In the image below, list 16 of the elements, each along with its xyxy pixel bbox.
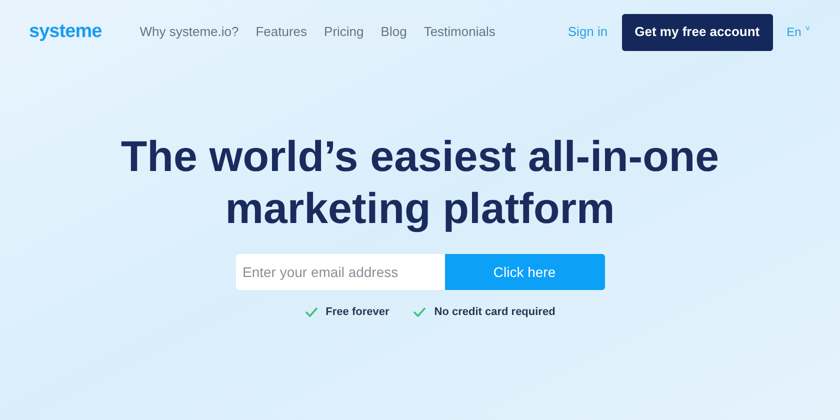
hero-title: The world’s easiest all-in-one marketing platform — [120, 132, 720, 235]
nav-link[interactable]: Features — [256, 22, 308, 42]
language-selector[interactable]: En ˅ — [786, 23, 810, 41]
submit-button[interactable]: Click here — [444, 254, 604, 290]
email-field[interactable]: Enter your email address — [236, 254, 444, 290]
perk-text: No credit card required — [434, 305, 556, 320]
logo[interactable]: systeme — [29, 18, 102, 46]
perk-text: Free forever — [326, 305, 390, 320]
check-icon — [413, 307, 426, 318]
get-account-button[interactable]: Get my free account — [622, 14, 773, 50]
nav-link[interactable]: Pricing — [324, 22, 364, 42]
nav-link[interactable]: Why systeme.io? — [140, 22, 239, 42]
check-icon — [304, 307, 318, 318]
sign-in-link[interactable]: Sign in — [568, 22, 608, 42]
nav-link[interactable]: Blog — [380, 22, 407, 42]
nav-link[interactable]: Testimonials — [424, 22, 496, 42]
